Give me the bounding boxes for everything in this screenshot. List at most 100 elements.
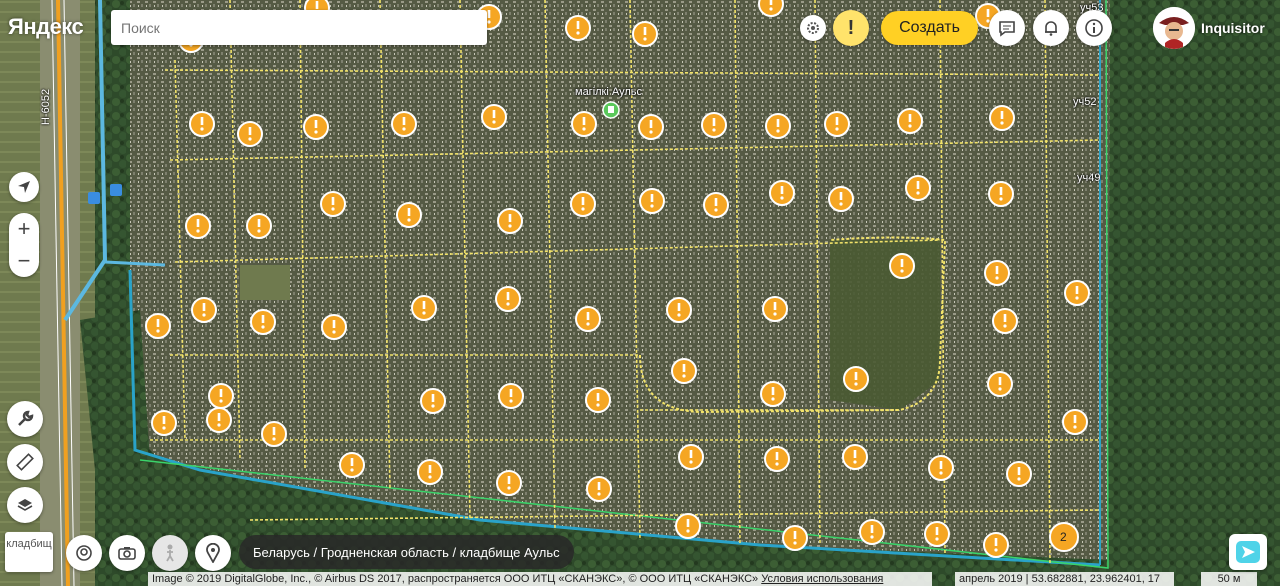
- map-label-cemetery: магілкі Аульс: [575, 86, 642, 98]
- warning-marker[interactable]: [250, 309, 276, 335]
- warning-marker[interactable]: [185, 213, 211, 239]
- alert-button[interactable]: !: [833, 10, 869, 46]
- warning-marker[interactable]: [675, 513, 701, 539]
- warning-marker[interactable]: [984, 260, 1010, 286]
- warning-marker[interactable]: [842, 444, 868, 470]
- info-button[interactable]: [1076, 10, 1112, 46]
- warning-marker[interactable]: [983, 532, 1009, 558]
- street-view-button[interactable]: [152, 535, 188, 571]
- warning-marker[interactable]: [391, 111, 417, 137]
- user-avatar-icon: [1153, 7, 1195, 49]
- ruler-button[interactable]: [7, 444, 43, 480]
- warning-marker[interactable]: [992, 308, 1018, 334]
- attribution-text: Image © 2019 DigitalGlobe, Inc., © Airbu…: [152, 573, 762, 585]
- pin-button[interactable]: [195, 535, 231, 571]
- user-name[interactable]: Inquisitor: [1201, 20, 1265, 36]
- tools-button[interactable]: [7, 401, 43, 437]
- warning-marker[interactable]: [208, 383, 234, 409]
- layer-thumbnail[interactable]: кладбищ: [5, 532, 53, 572]
- warning-marker[interactable]: [928, 455, 954, 481]
- photo-button[interactable]: [109, 535, 145, 571]
- warning-marker[interactable]: [859, 519, 885, 545]
- warning-marker[interactable]: [782, 525, 808, 551]
- warning-marker[interactable]: [671, 358, 697, 384]
- warning-marker[interactable]: [396, 202, 422, 228]
- warning-marker[interactable]: [1006, 461, 1032, 487]
- layers-button[interactable]: [7, 487, 43, 523]
- warning-marker[interactable]: [639, 188, 665, 214]
- warning-marker[interactable]: [666, 297, 692, 323]
- warning-marker[interactable]: [303, 114, 329, 140]
- warning-marker[interactable]: [585, 387, 611, 413]
- warning-marker[interactable]: [987, 371, 1013, 397]
- warning-marker[interactable]: [586, 476, 612, 502]
- warning-marker[interactable]: [339, 452, 365, 478]
- warning-marker[interactable]: [703, 192, 729, 218]
- ruler-icon: [16, 453, 34, 471]
- breadcrumb[interactable]: Беларусь / Гродненская область / кладбищ…: [239, 535, 574, 569]
- warning-marker[interactable]: [191, 297, 217, 323]
- warning-marker[interactable]: [570, 191, 596, 217]
- warning-marker[interactable]: [571, 111, 597, 137]
- zoom-in-button[interactable]: +: [18, 215, 31, 243]
- search-box[interactable]: [111, 10, 487, 45]
- warning-marker[interactable]: [638, 114, 664, 140]
- warning-marker[interactable]: [989, 105, 1015, 131]
- warning-marker[interactable]: [237, 121, 263, 147]
- warning-marker[interactable]: [417, 459, 443, 485]
- warning-marker[interactable]: [758, 0, 784, 17]
- warning-marker[interactable]: [498, 383, 524, 409]
- warning-marker[interactable]: [320, 191, 346, 217]
- panorama-button[interactable]: [66, 535, 102, 571]
- terms-link[interactable]: Условия использования: [761, 573, 883, 585]
- yandex-logo[interactable]: Яндекс: [8, 14, 84, 40]
- cluster-count: 2: [1060, 530, 1067, 544]
- warning-marker[interactable]: [411, 295, 437, 321]
- warning-marker[interactable]: [575, 306, 601, 332]
- warning-marker[interactable]: [632, 21, 658, 47]
- warning-marker[interactable]: [764, 446, 790, 472]
- warning-marker[interactable]: [897, 108, 923, 134]
- warning-marker[interactable]: [420, 388, 446, 414]
- warning-marker[interactable]: [769, 180, 795, 206]
- warning-marker[interactable]: [889, 253, 915, 279]
- warning-marker[interactable]: [206, 407, 232, 433]
- search-input[interactable]: [111, 10, 487, 45]
- warning-marker[interactable]: [321, 314, 347, 340]
- settings-button[interactable]: [800, 15, 826, 41]
- warning-marker[interactable]: [496, 470, 522, 496]
- warning-marker[interactable]: [701, 112, 727, 138]
- warning-marker[interactable]: [678, 444, 704, 470]
- warning-marker[interactable]: [1064, 280, 1090, 306]
- warning-marker[interactable]: [189, 111, 215, 137]
- warning-marker[interactable]: [261, 421, 287, 447]
- warning-marker[interactable]: [760, 381, 786, 407]
- layers-icon: [17, 499, 33, 511]
- next-button[interactable]: [1229, 534, 1267, 570]
- warning-marker[interactable]: [988, 181, 1014, 207]
- locate-button[interactable]: [9, 172, 39, 202]
- warning-marker[interactable]: [145, 313, 171, 339]
- notifications-button[interactable]: [1033, 10, 1069, 46]
- warning-marker[interactable]: [497, 208, 523, 234]
- avatar[interactable]: [1153, 7, 1195, 49]
- warning-marker[interactable]: [151, 410, 177, 436]
- warning-marker[interactable]: [905, 175, 931, 201]
- warning-marker[interactable]: [824, 111, 850, 137]
- warning-marker[interactable]: [762, 296, 788, 322]
- warning-marker[interactable]: [828, 186, 854, 212]
- warning-marker[interactable]: [495, 286, 521, 312]
- warning-marker[interactable]: [843, 366, 869, 392]
- zoom-out-button[interactable]: −: [18, 247, 31, 275]
- warning-marker[interactable]: [924, 521, 950, 547]
- warning-marker[interactable]: [565, 15, 591, 41]
- create-button[interactable]: Создать: [881, 11, 978, 45]
- panorama-icon: [76, 545, 92, 561]
- cemetery-poi-icon[interactable]: [602, 101, 620, 119]
- warning-marker[interactable]: [481, 104, 507, 130]
- comments-button[interactable]: [989, 10, 1025, 46]
- coordinates-readout: апрель 2019 | 53.682881, 23.962401, 17: [955, 572, 1174, 586]
- warning-marker[interactable]: [765, 113, 791, 139]
- warning-marker[interactable]: [246, 213, 272, 239]
- warning-marker[interactable]: [1062, 409, 1088, 435]
